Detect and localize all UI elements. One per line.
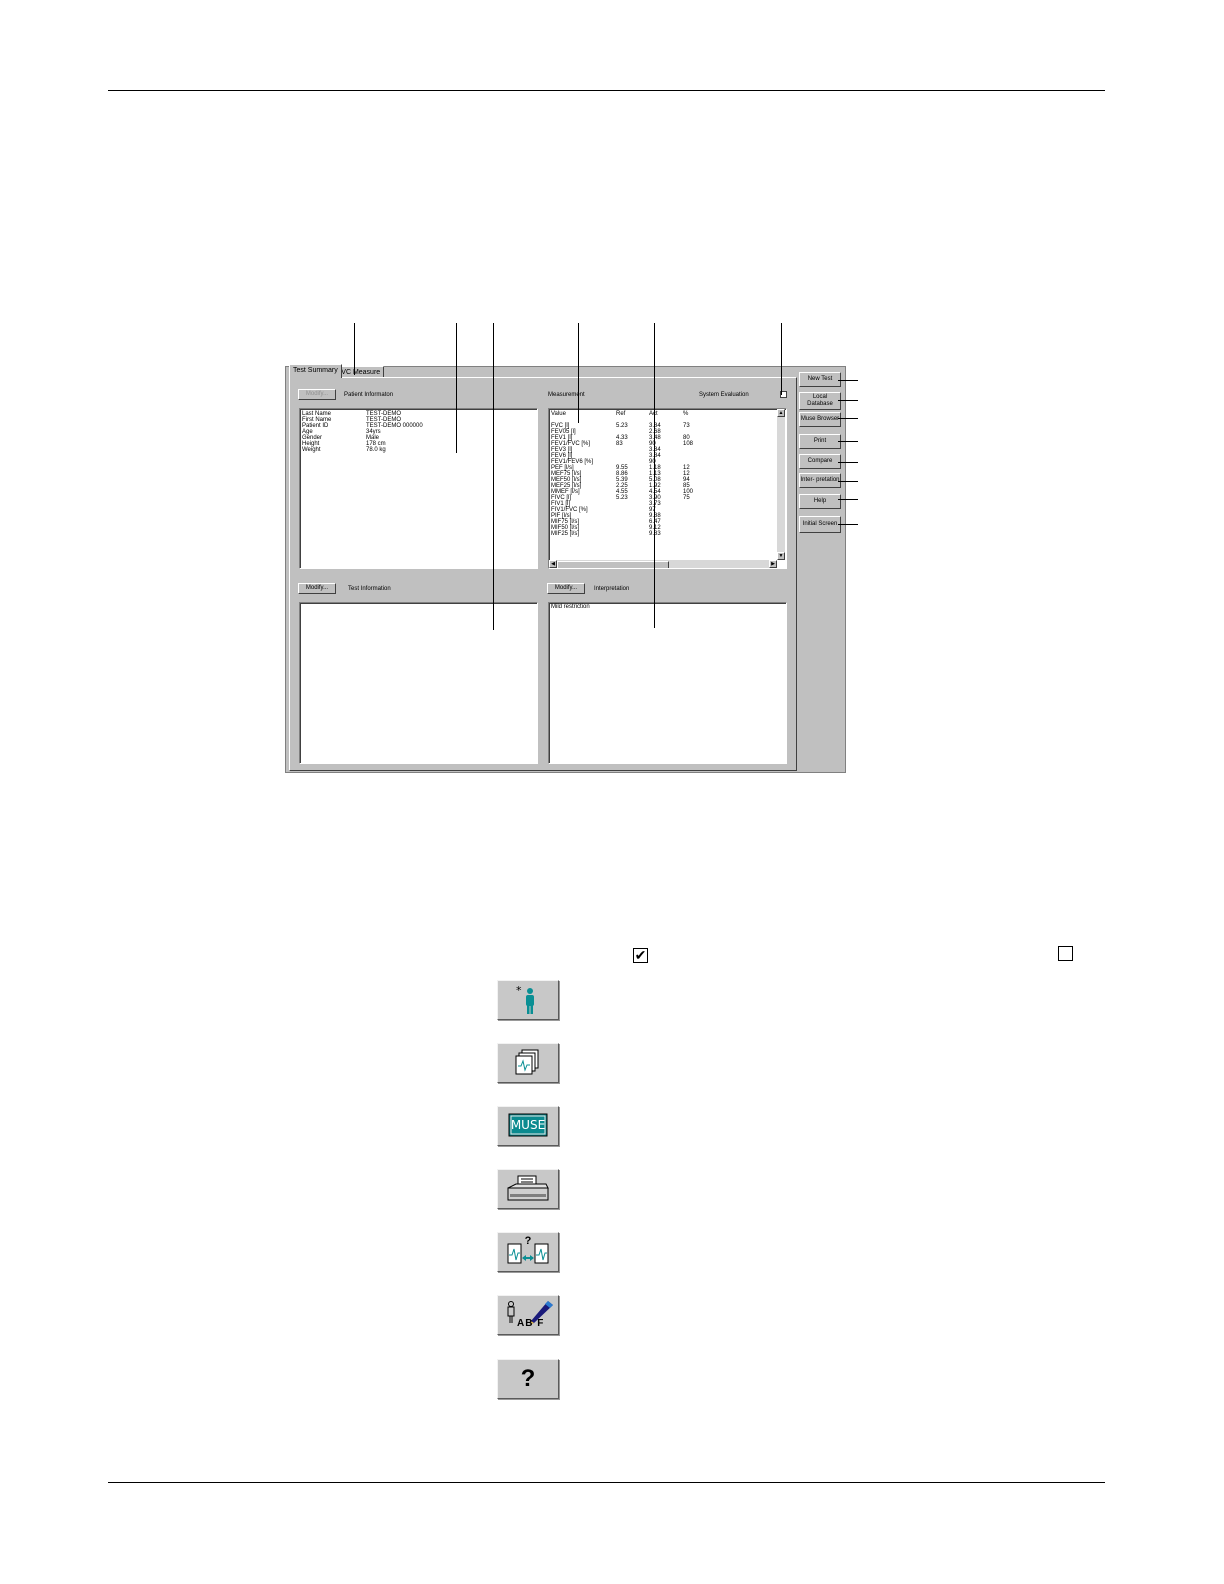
new-test-icon-button: * bbox=[497, 980, 559, 1020]
measurement-cell: 83 bbox=[616, 441, 623, 447]
hscroll-thumb[interactable] bbox=[557, 561, 669, 568]
interpretation-modify-button[interactable]: Modify... bbox=[547, 583, 585, 594]
initial-screen-button[interactable]: Initial Screen bbox=[799, 516, 841, 533]
muse-icon-button: MUSE bbox=[497, 1106, 559, 1146]
system-evaluation-label: System Evaluation bbox=[699, 392, 749, 398]
callout-compare bbox=[838, 462, 858, 463]
compare-button[interactable]: Compare bbox=[799, 454, 841, 469]
callout-line-5 bbox=[654, 323, 655, 628]
measurement-box: ValueRefAct%FVC [l]5.233.8473FEV05 [l]2.… bbox=[548, 408, 787, 569]
test-info-title: Test Information bbox=[348, 586, 391, 592]
printer-icon-button bbox=[497, 1169, 559, 1209]
svg-text:*: * bbox=[516, 984, 522, 997]
new-test-button[interactable]: New Test bbox=[799, 372, 841, 387]
compare-icon-question: ? bbox=[524, 1235, 532, 1247]
muse-icon-text: MUSE bbox=[510, 1118, 546, 1132]
callout-help bbox=[838, 499, 858, 500]
patient-info-title: Patient Informaton bbox=[344, 392, 394, 398]
callout-line-1 bbox=[354, 323, 355, 375]
interpretation-icon-button: AB F bbox=[497, 1295, 559, 1335]
print-button[interactable]: Print bbox=[799, 434, 841, 449]
measurement-cell: 73 bbox=[683, 423, 690, 429]
measurement-vscrollbar[interactable] bbox=[777, 409, 785, 560]
callout-local-db bbox=[838, 400, 858, 401]
callout-line-4 bbox=[578, 323, 579, 423]
help-question-icon: ? bbox=[520, 1365, 536, 1392]
callout-new-test bbox=[838, 380, 858, 381]
scroll-right-arrow-icon[interactable]: ▶ bbox=[769, 560, 777, 568]
interpretation-box[interactable]: Mild restriction bbox=[548, 602, 787, 764]
patient-modify-button[interactable]: Modify... bbox=[298, 389, 336, 400]
callout-interp bbox=[838, 481, 858, 482]
muse-browser-button[interactable]: Muse Browser bbox=[799, 412, 841, 427]
compare-icon-button: ? bbox=[497, 1232, 559, 1272]
local-database-icon bbox=[515, 1049, 539, 1075]
interpretation-title: Interpretation bbox=[594, 586, 630, 592]
callout-line-2 bbox=[456, 323, 457, 453]
printer-icon bbox=[507, 1175, 549, 1201]
callout-line-3 bbox=[493, 323, 494, 630]
callout-line-6 bbox=[781, 323, 782, 395]
patient-field-value: 78.0 kg bbox=[366, 447, 386, 453]
header-rule bbox=[108, 90, 1105, 91]
scroll-down-arrow-icon[interactable]: ▼ bbox=[777, 552, 785, 560]
test-info-modify-button[interactable]: Modify... bbox=[298, 583, 336, 594]
patient-info-box: Last Name TEST-DEMO First Name TEST-DEMO Pat… bbox=[299, 408, 538, 569]
unchecked-checkbox-icon bbox=[1058, 946, 1073, 961]
scroll-up-arrow-icon[interactable]: ▲ bbox=[777, 409, 785, 417]
measurement-column-header: Ref bbox=[616, 411, 626, 417]
measurement-column-header: Value bbox=[551, 411, 566, 417]
new-test-person-icon: * bbox=[516, 984, 534, 1014]
measurement-cell: 75 bbox=[683, 495, 690, 501]
help-icon-button: ? bbox=[497, 1359, 559, 1399]
callout-muse bbox=[838, 418, 858, 419]
measurement-cell: 5.23 bbox=[616, 495, 628, 501]
measurement-column-header: % bbox=[683, 411, 689, 417]
test-info-box[interactable] bbox=[299, 602, 538, 764]
tab-test-summary[interactable]: Test Summary bbox=[289, 364, 342, 378]
measurement-cell: 5.23 bbox=[616, 423, 628, 429]
measurement-cell: 108 bbox=[683, 441, 694, 447]
interpretation-icon-text: AB F bbox=[517, 1318, 545, 1329]
interpretation-button[interactable]: Inter- pretation bbox=[799, 473, 841, 488]
callout-initial bbox=[838, 524, 858, 525]
scroll-left-arrow-icon[interactable]: ◀ bbox=[549, 560, 557, 568]
local-database-icon-button bbox=[497, 1043, 559, 1083]
patient-field-label: Weight bbox=[302, 447, 321, 453]
checked-checkbox-icon: ✔ bbox=[633, 947, 648, 963]
measurement-cell: MIF25 [l/s] bbox=[551, 531, 580, 537]
interpretation-text: Mild restriction bbox=[551, 604, 590, 610]
footer-rule bbox=[108, 1482, 1105, 1483]
measurement-title: Measurement bbox=[548, 392, 585, 398]
local-database-button[interactable]: Local Database bbox=[799, 392, 841, 410]
test-summary-screen: Test Summary FVC Measure Modify... Patie… bbox=[285, 364, 846, 773]
help-button[interactable]: Help bbox=[799, 494, 841, 509]
callout-print bbox=[838, 441, 858, 442]
